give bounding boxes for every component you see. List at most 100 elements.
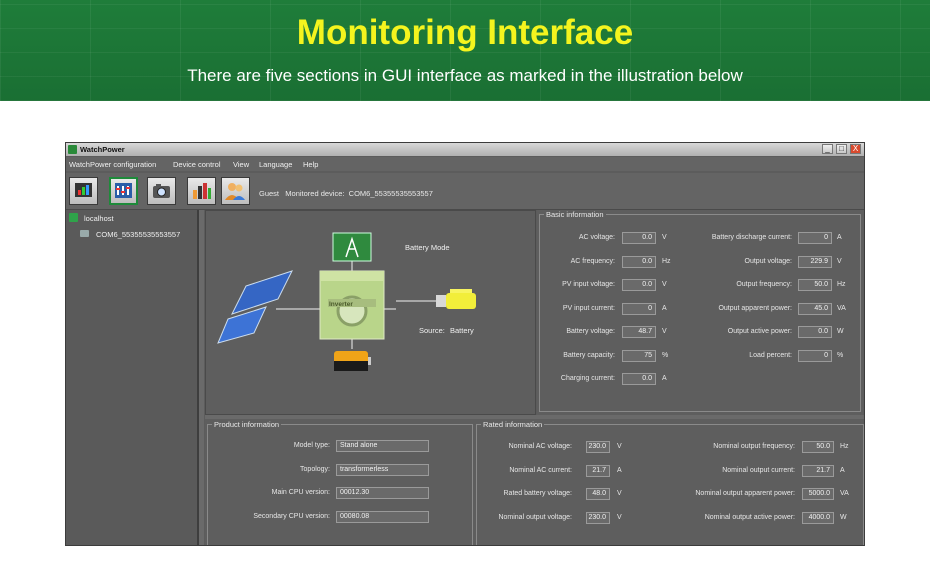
nominal-ac-voltage-label: Nominal AC voltage: <box>508 443 572 450</box>
rated-battery-voltage-unit: V <box>617 490 622 497</box>
nominal-output-frequency-label: Nominal output frequency: <box>713 443 795 450</box>
main-cpu-version-label: Main CPU version: <box>271 489 330 496</box>
guest-label: Guest <box>259 189 280 198</box>
model-type-label: Model type: <box>293 442 330 449</box>
menu-bar: WatchPower configuration Device control … <box>66 157 864 171</box>
output-frequency-unit: Hz <box>837 281 846 288</box>
computer-icon <box>69 213 78 222</box>
energy-flow-diagram: Battery Mode Inverter Source: Battery <box>205 210 536 415</box>
charging-current-label: Charging current: <box>560 375 615 382</box>
menu-view[interactable]: View <box>233 160 249 169</box>
minimize-button[interactable]: _ <box>822 144 833 154</box>
product-information-group: Product information <box>207 420 473 545</box>
secondary-cpu-version-field[interactable]: 00080.08 <box>336 510 429 523</box>
nominal-output-frequency-field[interactable]: 50.0 <box>802 441 834 453</box>
basic-information-legend: Basic information <box>546 210 604 219</box>
secondary-cpu-version-label: Secondary CPU version: <box>253 512 330 520</box>
load-percent-field[interactable]: 0 <box>798 349 832 362</box>
nominal-output-apparent-power-label: Nominal output apparent power: <box>695 490 795 497</box>
output-voltage-field[interactable]: 229.9 <box>798 255 832 268</box>
output-voltage-unit: V <box>837 257 842 265</box>
charging-current-field[interactable]: 0.0 <box>622 373 656 385</box>
menu-help[interactable]: Help <box>303 160 318 169</box>
light-bulb-icon <box>436 289 476 309</box>
nominal-output-voltage-unit: V <box>617 513 622 521</box>
nominal-output-frequency-unit: Hz <box>840 443 849 450</box>
output-frequency-field[interactable]: 50.0 <box>798 279 832 291</box>
ac-voltage-label: AC voltage: <box>578 234 615 241</box>
nominal-output-active-power-label: Nominal output active power: <box>704 513 795 521</box>
camera-icon[interactable] <box>147 177 176 205</box>
ac-frequency-label: AC frequency: <box>570 257 615 265</box>
source-label: Source: <box>419 326 445 335</box>
device-tree: localhost COM6_55355535553557 <box>66 210 199 545</box>
nominal-ac-voltage-unit: V <box>617 443 622 450</box>
output-active-power-unit: W <box>837 328 844 335</box>
nominal-output-active-power-field[interactable]: 4000.0 <box>802 511 834 524</box>
topology-field[interactable]: transformerless <box>336 463 429 476</box>
monitored-device-label: Monitored device: <box>285 189 345 198</box>
bottom-panel: Product information Rated information <box>205 419 864 545</box>
ac-frequency-field[interactable]: 0.0 <box>622 255 656 268</box>
pv-input-voltage-field[interactable]: 0.0 <box>622 279 656 291</box>
toolbar-status: Guest Monitored device: COM6_55355535553… <box>259 189 433 198</box>
users-icon[interactable] <box>221 177 250 205</box>
nominal-output-current-field[interactable]: 21.7 <box>802 464 834 477</box>
rated-information-group: Rated information <box>476 420 864 545</box>
monitored-device-value: COM6_55355535553557 <box>348 189 433 198</box>
menu-device-control[interactable]: Device control <box>173 160 221 169</box>
window-titlebar[interactable]: WatchPower _ □ X <box>66 143 864 156</box>
device-icon <box>80 230 89 237</box>
page-subtitle: There are five sections in GUI interface… <box>187 66 743 85</box>
rated-information-legend: Rated information <box>483 420 543 429</box>
battery-discharge-current-unit: A <box>837 234 842 241</box>
output-apparent-power-field[interactable]: 45.0 <box>798 302 832 315</box>
nominal-output-current-unit: A <box>840 466 845 474</box>
menu-watchpower-configuration[interactable]: WatchPower configuration <box>69 160 156 169</box>
nominal-output-apparent-power-field[interactable]: 5000.0 <box>802 488 834 500</box>
topology-label: Topology: <box>300 465 330 473</box>
nominal-output-apparent-power-unit: VA <box>840 490 849 497</box>
tree-node-localhost[interactable]: localhost <box>84 214 114 223</box>
inverter-label: Inverter <box>329 301 353 308</box>
battery-capacity-field[interactable]: 75 <box>622 349 656 362</box>
output-apparent-power-label: Output apparent power: <box>718 304 792 312</box>
output-apparent-power-unit: VA <box>837 304 846 312</box>
toolbar: Guest Monitored device: COM6_55355535553… <box>66 173 864 210</box>
close-button[interactable]: X <box>850 144 861 154</box>
load-percent-label: Load percent: <box>749 351 792 359</box>
output-active-power-label: Output active power: <box>727 328 792 335</box>
ac-voltage-field[interactable]: 0.0 <box>622 232 656 244</box>
vertical-splitter[interactable] <box>199 210 204 545</box>
menu-language[interactable]: Language <box>259 160 292 169</box>
maximize-button[interactable]: □ <box>836 144 847 154</box>
watchpower-window: WatchPower _ □ X WatchPower configuratio… <box>65 142 865 546</box>
output-voltage-label: Output voltage: <box>744 257 792 265</box>
battery-voltage-field[interactable]: 48.7 <box>622 326 656 338</box>
main-cpu-version-field[interactable]: 00012.30 <box>336 487 429 499</box>
header-banner: Monitoring Interface There are five sect… <box>0 0 930 101</box>
nominal-ac-current-unit: A <box>617 466 622 474</box>
output-active-power-field[interactable]: 0.0 <box>798 326 832 338</box>
settings-panel-icon[interactable] <box>109 177 138 205</box>
battery-discharge-current-field[interactable]: 0 <box>798 232 832 244</box>
app-icon <box>68 145 77 154</box>
nominal-output-voltage-label: Nominal output voltage: <box>498 513 572 521</box>
nominal-ac-voltage-field[interactable]: 230.0 <box>586 441 610 453</box>
source-value: Battery <box>450 326 474 335</box>
tree-node-com6[interactable]: COM6_55355535553557 <box>96 230 180 239</box>
solar-panel-icon <box>217 270 293 344</box>
pv-input-current-field[interactable]: 0 <box>622 302 656 315</box>
nominal-ac-current-label: Nominal AC current: <box>509 466 572 474</box>
battery-capacity-label: Battery capacity: <box>563 351 615 359</box>
nominal-output-voltage-field[interactable]: 230.0 <box>586 511 610 524</box>
utility-tower-icon <box>332 232 372 262</box>
chart-icon[interactable] <box>69 177 98 205</box>
output-frequency-label: Output frequency: <box>736 281 792 288</box>
pv-input-current-label: PV input current: <box>562 304 615 312</box>
nominal-output-current-label: Nominal output current: <box>722 466 795 474</box>
model-type-field[interactable]: Stand alone <box>336 440 429 452</box>
battery-bars-icon[interactable] <box>187 177 216 205</box>
rated-battery-voltage-field[interactable]: 48.0 <box>586 488 610 500</box>
nominal-ac-current-field[interactable]: 21.7 <box>586 464 610 477</box>
